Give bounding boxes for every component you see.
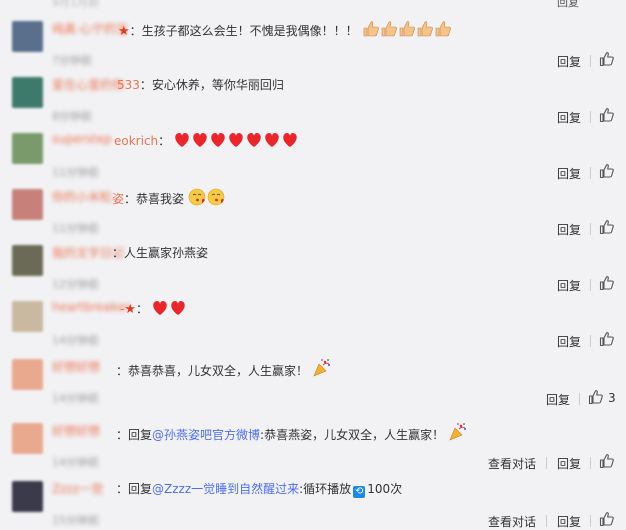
- reply-prefix: ：回复: [116, 428, 153, 442]
- comment-row: 好想好想 ：回复@孙燕姿吧官方微博:恭喜燕姿，儿女双全，人生赢家！ 14分钟前 …: [0, 414, 626, 472]
- divider: [590, 167, 591, 179]
- comment-row: superstep eokrich： 11分钟前 回复: [0, 124, 626, 181]
- commenter-name[interactable]: superstep: [52, 132, 112, 146]
- avatar[interactable]: [12, 245, 43, 276]
- commenter-name-tail[interactable]: 姿: [112, 192, 124, 206]
- divider: [590, 111, 591, 123]
- comment-text: ：: [136, 302, 149, 316]
- avatar[interactable]: [12, 189, 43, 220]
- commenter-name[interactable]: 爱在心里的你: [52, 76, 124, 93]
- comment-text-extra: 100次: [367, 482, 403, 496]
- mention-link[interactable]: @孙燕姿吧官方微博: [152, 428, 260, 442]
- thumbs-up-icon[interactable]: [599, 219, 615, 235]
- thumbs-up-icon[interactable]: [599, 107, 615, 123]
- comment-row: 你的小米粒 姿：恭喜我姿 11分钟前 回复: [0, 180, 626, 237]
- comment-text: :循环播放: [299, 482, 352, 496]
- avatar[interactable]: [12, 77, 43, 108]
- comment-time: 14分钟前: [52, 392, 99, 405]
- comment-time: 14分钟前: [52, 334, 99, 347]
- comment-text: ：恭喜恭喜，儿女双全，人生赢家！: [116, 364, 309, 378]
- comment-row: 我的文字日记 ：人生赢家孙燕姿 12分钟前 回复: [0, 236, 626, 293]
- partial-reply-button[interactable]: 回复: [557, 0, 579, 10]
- divider: [590, 515, 591, 527]
- comment-text: ：安心休养，等你华丽回归: [139, 78, 284, 92]
- view-conversation-button[interactable]: 查看对话: [488, 513, 536, 530]
- divider: [590, 457, 591, 469]
- kiss-face-icon: [188, 188, 226, 209]
- divider: [590, 279, 591, 291]
- star-icon: ★: [124, 302, 136, 317]
- commenter-name[interactable]: 好想好想: [52, 422, 100, 439]
- thumbs-up-icon[interactable]: [599, 511, 615, 527]
- avatar[interactable]: [12, 21, 43, 52]
- comment-row: heartbreaker -★： 14分钟前 回复: [0, 292, 626, 350]
- comment-text: ：: [158, 134, 171, 148]
- divider: [546, 457, 547, 469]
- comment-text: ：恭喜我姿: [124, 192, 185, 206]
- commenter-name[interactable]: 纯真·心宁的宝: [52, 20, 128, 37]
- comment-row: Zzzz一觉 ：回复@Zzzz一觉睡到自然醒过来:循环播放 ⟲ 100次 15分钟前…: [0, 472, 626, 530]
- comment-time: 11分钟前: [52, 222, 99, 235]
- avatar[interactable]: [12, 423, 43, 454]
- red-heart-icon: [152, 300, 188, 319]
- thumbs-up-icon: [362, 20, 452, 41]
- comment-row: 好想好想 ：恭喜恭喜，儿女双全，人生赢家！ 14分钟前 回复 3: [0, 350, 626, 408]
- comment-time: 12分钟前: [52, 278, 99, 291]
- thumbs-up-icon[interactable]: [599, 275, 615, 291]
- commenter-name[interactable]: 好想好想: [52, 358, 100, 375]
- comment-time: 8分钟前: [52, 110, 92, 123]
- reply-button[interactable]: 回复: [557, 333, 581, 350]
- comment-text: ：人生赢家孙燕姿: [112, 246, 209, 260]
- commenter-name[interactable]: heartbreaker: [52, 300, 130, 314]
- thumbs-up-icon[interactable]: [599, 51, 615, 67]
- thumbs-up-icon[interactable]: [599, 331, 615, 347]
- party-popper-icon: [312, 358, 332, 381]
- thumbs-up-icon[interactable]: [588, 389, 604, 405]
- divider: [590, 55, 591, 67]
- commenter-name-tail[interactable]: eokrich: [114, 134, 158, 148]
- star-icon: ★: [118, 24, 130, 39]
- commenter-name[interactable]: 你的小米粒: [52, 188, 112, 205]
- avatar[interactable]: [12, 133, 43, 164]
- divider: [546, 515, 547, 527]
- commenter-name[interactable]: Zzzz一觉: [52, 480, 103, 497]
- comment-time: 11分钟前: [52, 166, 99, 179]
- avatar[interactable]: [12, 359, 43, 390]
- partial-time: 9月1月前: [52, 0, 99, 9]
- divider: [590, 335, 591, 347]
- comment-text: :恭喜燕姿，儿女双全，人生赢家！: [260, 428, 445, 442]
- avatar[interactable]: [12, 301, 43, 332]
- reply-prefix: ：回复: [116, 482, 153, 496]
- thumbs-up-icon[interactable]: [599, 453, 615, 469]
- comment-row: 爱在心里的你 533：安心休养，等你华丽回归 8分钟前 回复: [0, 68, 626, 125]
- divider: [590, 223, 591, 235]
- mention-link[interactable]: @Zzzz一觉睡到自然醒过来: [152, 482, 299, 496]
- reply-button[interactable]: 回复: [546, 391, 570, 408]
- comment-text: ：生孩子都这么会生！不愧是我偶像！！！: [129, 24, 358, 38]
- comment-row: 纯真·心宁的宝 ★：生孩子都这么会生！不愧是我偶像！！！ 7分钟前 回复: [0, 12, 626, 69]
- reply-button[interactable]: 回复: [557, 513, 581, 530]
- comment-time: 7分钟前: [52, 54, 92, 67]
- party-popper-icon: [448, 422, 468, 445]
- commenter-name-tail[interactable]: 533: [117, 78, 140, 92]
- comment-time: 15分钟前: [52, 514, 99, 527]
- repeat-icon: ⟲: [353, 486, 366, 498]
- divider: [579, 393, 580, 405]
- like-count: 3: [608, 391, 616, 405]
- avatar[interactable]: [12, 481, 43, 512]
- view-conversation-button[interactable]: 查看对话: [488, 455, 536, 472]
- red-heart-icon: [174, 132, 302, 151]
- reply-button[interactable]: 回复: [557, 455, 581, 472]
- thumbs-up-icon[interactable]: [599, 163, 615, 179]
- comment-time: 14分钟前: [52, 456, 99, 469]
